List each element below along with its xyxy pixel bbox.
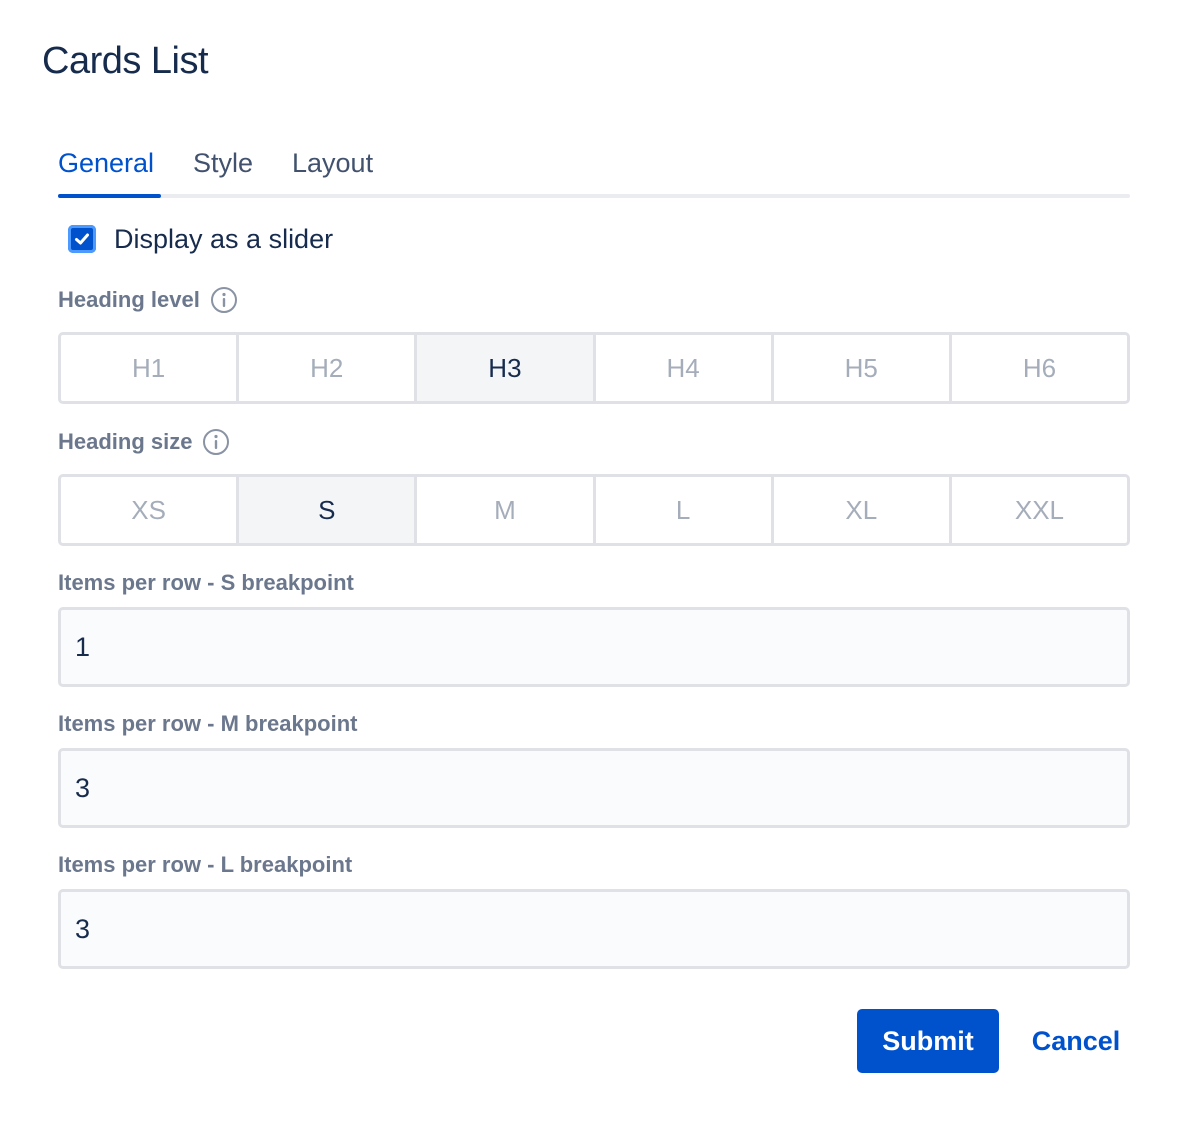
slider-option: Display as a slider xyxy=(68,222,333,256)
heading-size-option-xxl[interactable]: XXL xyxy=(952,477,1127,543)
items-per-row-l-input[interactable] xyxy=(58,889,1130,969)
items-m-label: Items per row - M breakpoint xyxy=(58,711,358,736)
heading-level-option-h2[interactable]: H2 xyxy=(239,335,418,401)
tab-layout[interactable]: Layout xyxy=(292,148,373,198)
info-icon[interactable] xyxy=(210,286,238,314)
heading-level-label-row: Heading level xyxy=(58,286,238,314)
heading-level-option-h3[interactable]: H3 xyxy=(417,335,596,401)
heading-size-option-l[interactable]: L xyxy=(596,477,774,543)
heading-level-option-h1[interactable]: H1 xyxy=(61,335,240,401)
heading-size-option-xs[interactable]: XS xyxy=(61,477,240,543)
dialog-title: Cards List xyxy=(42,40,209,82)
heading-level-option-h4[interactable]: H4 xyxy=(596,335,774,401)
info-icon[interactable] xyxy=(202,428,230,456)
heading-level-option-h5[interactable]: H5 xyxy=(774,335,952,401)
tab-general[interactable]: General xyxy=(58,148,161,198)
heading-level-selector: H1 H2 H3 H4 H5 H6 xyxy=(58,332,1130,404)
heading-size-option-xl[interactable]: XL xyxy=(774,477,952,543)
heading-size-label-row: Heading size xyxy=(58,428,230,456)
heading-level-option-h6[interactable]: H6 xyxy=(952,335,1127,401)
check-icon xyxy=(75,233,89,245)
heading-level-label: Heading level xyxy=(58,287,200,312)
display-as-slider-checkbox[interactable] xyxy=(68,225,96,253)
tab-bar: General Style Layout xyxy=(58,140,1130,198)
submit-button[interactable]: Submit xyxy=(857,1009,999,1073)
heading-size-option-s[interactable]: S xyxy=(239,477,418,543)
tab-style[interactable]: Style xyxy=(193,148,253,198)
items-s-label: Items per row - S breakpoint xyxy=(58,570,354,595)
cards-list-dialog: Cards List General Style Layout Display … xyxy=(0,0,1192,1136)
cancel-button[interactable]: Cancel xyxy=(1018,1009,1134,1073)
items-l-label: Items per row - L breakpoint xyxy=(58,852,353,877)
heading-size-selector: XS S M L XL XXL xyxy=(58,474,1130,546)
heading-size-label: Heading size xyxy=(58,429,193,454)
items-per-row-m-input[interactable] xyxy=(58,748,1130,828)
display-as-slider-label: Display as a slider xyxy=(114,223,334,254)
heading-size-option-m[interactable]: M xyxy=(417,477,596,543)
items-per-row-s-input[interactable] xyxy=(58,607,1130,687)
